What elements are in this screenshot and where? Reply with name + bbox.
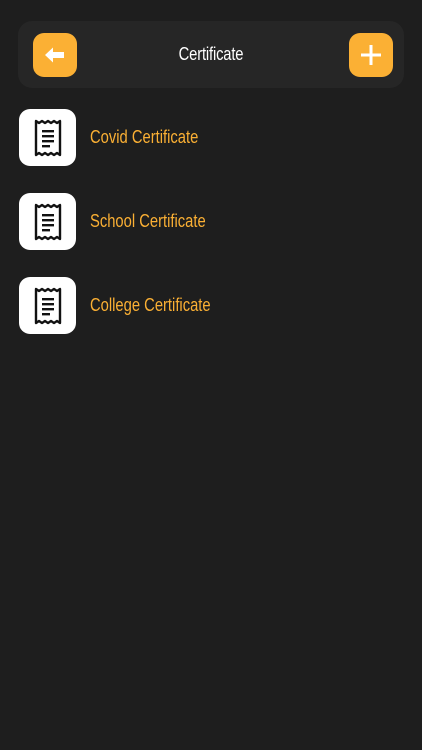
receipt-icon	[34, 287, 61, 324]
certificate-item-covid[interactable]: Covid Certificate	[19, 109, 405, 166]
certificate-label: Covid Certificate	[90, 127, 199, 147]
receipt-icon	[34, 119, 61, 156]
back-button[interactable]	[33, 33, 77, 77]
certificate-list: Covid Certificate School Certificate Col	[19, 109, 405, 361]
add-certificate-button[interactable]	[349, 33, 393, 77]
receipt-icon-tile	[19, 193, 76, 250]
receipt-icon	[34, 203, 61, 240]
certificate-item-school[interactable]: School Certificate	[19, 193, 405, 250]
plus-icon	[361, 45, 381, 65]
receipt-icon-tile	[19, 109, 76, 166]
certificate-label: School Certificate	[90, 211, 206, 231]
page-title: Certificate	[178, 44, 244, 64]
certificate-item-college[interactable]: College Certificate	[19, 277, 405, 334]
arrow-left-icon	[45, 47, 64, 63]
header-bar: Certificate	[18, 21, 404, 88]
receipt-icon-tile	[19, 277, 76, 334]
certificate-label: College Certificate	[90, 295, 211, 315]
